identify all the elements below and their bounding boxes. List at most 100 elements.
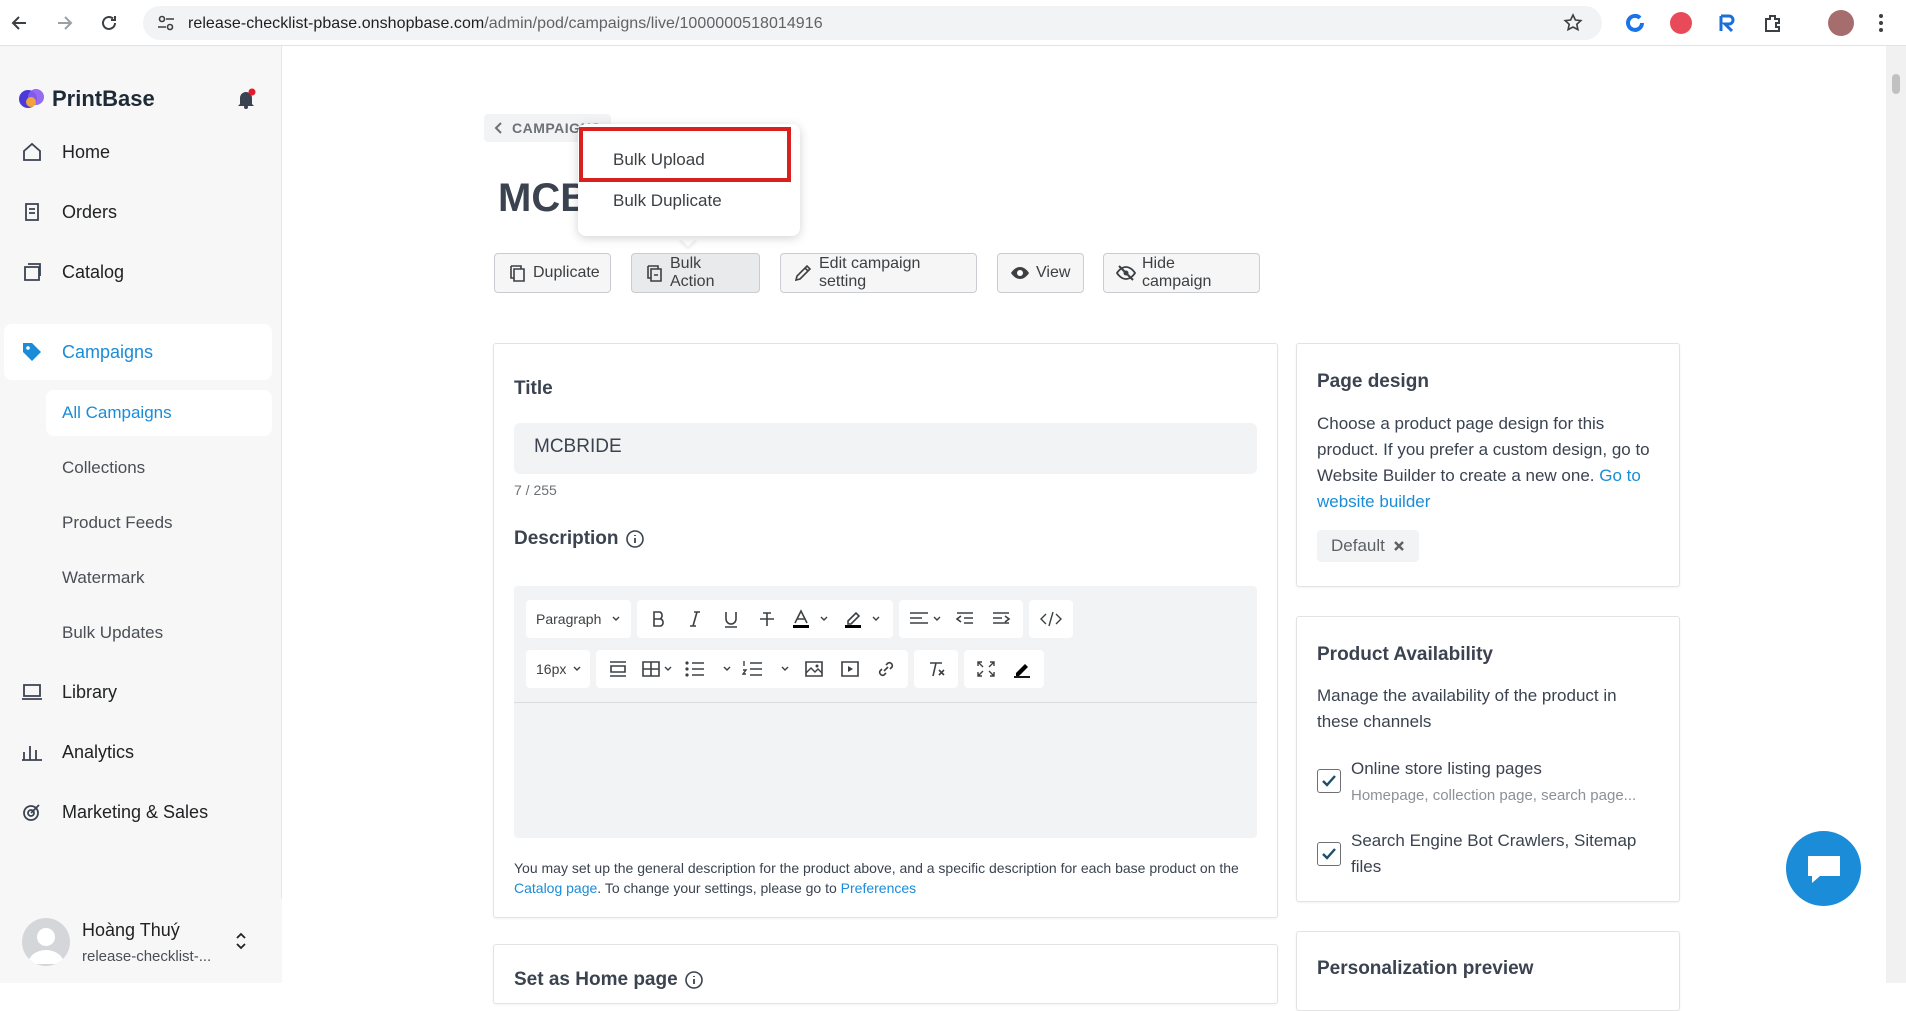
info-icon[interactable] [625, 529, 645, 549]
indent-icon[interactable] [983, 602, 1019, 636]
checkmark-icon [1322, 775, 1336, 787]
numbered-list-icon[interactable] [738, 652, 796, 686]
view-label: View [1036, 264, 1071, 281]
bulk-action-button[interactable]: Bulk Action [631, 253, 760, 293]
catalog-icon [20, 260, 44, 284]
fullscreen-icon[interactable] [968, 652, 1004, 686]
strikethrough-icon[interactable] [749, 602, 785, 636]
bulk-duplicate-menu-item[interactable]: Bulk Duplicate [613, 191, 722, 211]
user-store: release-checklist-... [82, 948, 212, 965]
description-help-text: You may set up the general description f… [514, 858, 1274, 898]
bookmark-star-icon[interactable] [1563, 13, 1583, 38]
sidebar-item-analytics[interactable]: Analytics [0, 726, 282, 778]
analytics-icon [20, 740, 44, 764]
availability-text: Manage the availability of the product i… [1317, 686, 1617, 731]
highlight-color-icon[interactable] [837, 602, 889, 636]
paragraph-select[interactable]: Paragraph [526, 600, 632, 638]
pen-icon[interactable] [1004, 652, 1040, 686]
hide-campaign-button[interactable]: Hide campaign [1103, 253, 1260, 293]
clear-formatting-icon[interactable] [918, 652, 954, 686]
printbase-logo[interactable]: PrintBase [18, 86, 155, 112]
title-input[interactable]: MCBRIDE [514, 423, 1257, 474]
forward-arrow-icon[interactable] [52, 11, 76, 35]
sidebar-item-label: Home [62, 141, 111, 162]
sidebar-item-marketing[interactable]: Marketing & Sales [0, 786, 282, 838]
checkmark-icon [1322, 848, 1336, 860]
sidebar-item-catalog[interactable]: Catalog [0, 246, 282, 298]
code-view-icon[interactable] [1033, 602, 1069, 636]
site-info-icon[interactable] [157, 15, 175, 31]
duplicate-button[interactable]: Duplicate [494, 253, 611, 293]
remove-tag-icon[interactable] [1393, 540, 1405, 552]
scrollbar-thumb[interactable] [1892, 74, 1900, 94]
home-page-label: Set as Home page [514, 969, 678, 990]
search-engine-checkbox[interactable] [1317, 842, 1341, 866]
text-color-icon[interactable] [785, 602, 837, 636]
extension-icon[interactable] [1670, 12, 1692, 34]
title-label: Title [514, 378, 553, 399]
hide-campaign-label: Hide campaign [1142, 255, 1212, 290]
sidebar-subitem-all-campaigns[interactable]: All Campaigns [46, 390, 272, 436]
online-store-label: Online store listing pages [1351, 759, 1542, 778]
image-icon[interactable] [796, 652, 832, 686]
info-icon[interactable] [684, 970, 704, 990]
default-design-tag[interactable]: Default [1317, 530, 1419, 562]
description-heading: Description [514, 528, 645, 550]
sidebar-item-label: Marketing & Sales [62, 801, 209, 822]
sidebar-item-orders[interactable]: Orders [0, 186, 282, 238]
eye-off-icon [1116, 263, 1136, 283]
scrollbar[interactable] [1886, 46, 1906, 983]
browser-menu-icon[interactable] [1878, 12, 1884, 39]
sidebar-item-home[interactable]: Home [0, 126, 282, 178]
extension-icon[interactable] [1716, 12, 1738, 34]
preferences-link[interactable]: Preferences [841, 880, 916, 896]
paragraph-select-label: Paragraph [536, 611, 602, 627]
user-name: Hoàng Thuý [82, 920, 180, 940]
address-bar[interactable]: release-checklist-pbase.onshopbase.com/a… [143, 6, 1602, 40]
sidebar-item-campaigns[interactable]: Campaigns [4, 324, 272, 380]
font-size-select[interactable]: 16px [526, 650, 591, 688]
table-icon[interactable] [636, 652, 680, 686]
bullet-list-icon[interactable] [680, 652, 738, 686]
profile-avatar[interactable] [1828, 10, 1854, 36]
line-height-icon[interactable] [600, 652, 636, 686]
sidebar-subitem-watermark[interactable]: Watermark [62, 568, 145, 588]
reload-icon[interactable] [97, 11, 121, 35]
align-icon[interactable] [903, 602, 947, 636]
sidebar: PrintBase Home Orders Catalog Campaigns … [0, 46, 282, 983]
back-arrow-icon[interactable] [8, 11, 32, 35]
bulk-action-icon [644, 263, 664, 283]
sidebar-subitem-bulk-updates[interactable]: Bulk Updates [62, 623, 163, 643]
google-extension-icon[interactable] [1624, 12, 1646, 34]
avatar [22, 918, 70, 966]
video-icon[interactable] [832, 652, 868, 686]
notification-bell-icon[interactable] [236, 88, 256, 110]
tag-label: Default [1331, 536, 1385, 555]
outdent-icon[interactable] [947, 602, 983, 636]
view-button[interactable]: View [997, 253, 1084, 293]
eye-icon [1010, 263, 1030, 283]
italic-icon[interactable] [677, 602, 713, 636]
sidebar-subitem-collections[interactable]: Collections [62, 458, 145, 478]
underline-icon[interactable] [713, 602, 749, 636]
online-store-checkbox[interactable] [1317, 769, 1341, 793]
chevron-left-icon [494, 122, 502, 134]
pencil-icon [793, 263, 813, 283]
puzzle-extensions-icon[interactable] [1762, 12, 1784, 34]
code-group [1029, 600, 1074, 638]
chat-support-button[interactable] [1786, 831, 1861, 906]
user-account[interactable]: Hoàng Thuý release-checklist-... [0, 898, 282, 983]
description-editor[interactable]: Paragraph 16px [514, 586, 1257, 838]
sidebar-item-label: Catalog [62, 261, 125, 282]
sidebar-subitem-product-feeds[interactable]: Product Feeds [62, 513, 173, 533]
bold-icon[interactable] [641, 602, 677, 636]
view-group [964, 650, 1045, 688]
link-icon[interactable] [868, 652, 904, 686]
chat-bubble-icon [1807, 855, 1840, 883]
insert-group [596, 650, 909, 688]
duplicate-icon [507, 263, 527, 283]
edit-campaign-setting-button[interactable]: Edit campaign setting [780, 253, 977, 293]
sidebar-item-library[interactable]: Library [0, 666, 282, 718]
chevron-up-down-icon[interactable] [234, 932, 248, 955]
catalog-page-link[interactable]: Catalog page [514, 880, 597, 896]
